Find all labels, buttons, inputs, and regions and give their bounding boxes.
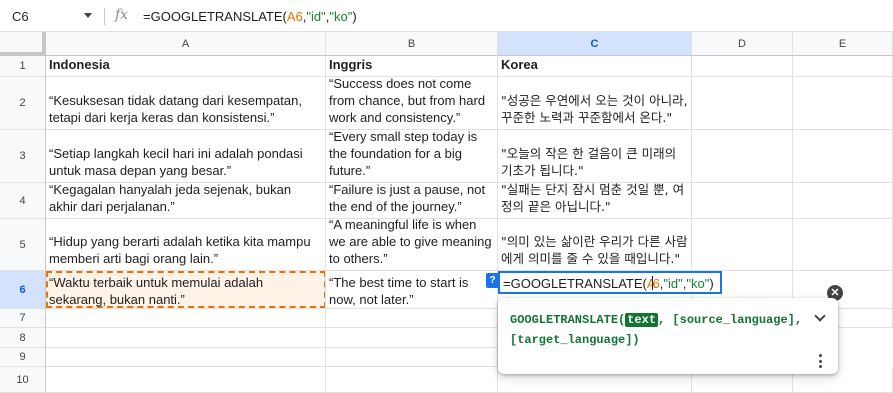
column-header-b[interactable]: B [326, 32, 498, 56]
column-header-c[interactable]: C [498, 32, 692, 56]
cell-a2[interactable]: “Kesuksesan tidak datang dari kesempatan… [46, 77, 326, 130]
row-header-10[interactable]: 10 [0, 367, 46, 393]
chevron-down-icon[interactable] [814, 310, 826, 322]
name-box[interactable]: C6 [0, 0, 104, 32]
cell-a10[interactable] [46, 367, 326, 393]
cell-a6[interactable]: “Waktu terbaik untuk memulai adalah seka… [46, 271, 326, 309]
cell-b1[interactable]: Inggris [326, 56, 498, 77]
row-header-7[interactable]: 7 [0, 309, 46, 328]
cell-b10[interactable] [326, 367, 498, 393]
row-header-5[interactable]: 5 [0, 219, 46, 271]
function-icon: fx [115, 7, 129, 23]
name-box-value: C6 [12, 8, 29, 24]
row-header-1[interactable]: 1 [0, 56, 46, 77]
function-signature: GOOGLETRANSLATE(text, [source_language],… [510, 313, 803, 347]
formula-bar: C6 fx =GOOGLETRANSLATE(A6,"id","ko") [0, 0, 893, 32]
current-parameter: text [625, 313, 659, 327]
cell-c4[interactable]: "실패는 단지 잠시 멈춘 것일 뿐, 여정의 끝은 아닙니다." [498, 183, 692, 219]
more-vert-icon[interactable] [818, 354, 822, 368]
cell-d4[interactable] [692, 183, 793, 219]
cell-e3[interactable] [793, 130, 893, 183]
cell-c5[interactable]: "의미 있는 삶이란 우리가 다른 사람에게 의미를 줄 수 있을 때입니다." [498, 219, 692, 271]
cell-a3[interactable]: “Setiap langkah kecil hari ini adalah po… [46, 130, 326, 183]
row-header-6[interactable]: 6 [0, 271, 46, 309]
cell-c2[interactable]: "성공은 우연에서 오는 것이 아니라, 꾸준한 노력과 꾸준함에서 온다." [498, 77, 692, 130]
chevron-down-icon[interactable] [84, 13, 92, 18]
cell-c1[interactable]: Korea [498, 56, 692, 77]
cell-b5[interactable]: “A meaningful life is when we are able t… [326, 219, 498, 271]
cell-d1[interactable] [692, 56, 793, 77]
row-header-3[interactable]: 3 [0, 130, 46, 183]
select-all-corner[interactable] [0, 32, 46, 56]
cell-e4[interactable] [793, 183, 893, 219]
cell-a4[interactable]: “Kegagalan hanyalah jeda sejenak, bukan … [46, 183, 326, 219]
cell-b6[interactable]: “The best time to start is now, not late… [326, 271, 498, 309]
cell-b4[interactable]: “Failure is just a pause, not the end of… [326, 183, 498, 219]
cell-b2[interactable]: “Success does not come from chance, but … [326, 77, 498, 130]
cell-b9[interactable] [326, 348, 498, 367]
row-header-9[interactable]: 9 [0, 348, 46, 367]
cell-c3[interactable]: "오늘의 작은 한 걸음이 큰 미래의 기초가 됩니다." [498, 130, 692, 183]
cell-a1[interactable]: Indonesia [46, 56, 326, 77]
cell-b8[interactable] [326, 328, 498, 348]
cell-d5[interactable] [692, 219, 793, 271]
cell-d3[interactable] [692, 130, 793, 183]
cell-e2[interactable] [793, 77, 893, 130]
cell-e5[interactable] [793, 219, 893, 271]
cell-b7[interactable] [326, 309, 498, 328]
cell-a9[interactable] [46, 348, 326, 367]
cell-a5[interactable]: “Hidup yang berarti adalah ketika kita m… [46, 219, 326, 271]
formula-input[interactable]: =GOOGLETRANSLATE(A6,"id","ko") [143, 9, 357, 24]
formula-bar-divider [104, 8, 105, 25]
row-header-4[interactable]: 4 [0, 183, 46, 219]
cell-e1[interactable] [793, 56, 893, 77]
cell-a8[interactable] [46, 328, 326, 348]
row-header-2[interactable]: 2 [0, 77, 46, 130]
column-header-a[interactable]: A [46, 32, 326, 56]
function-help-tooltip: GOOGLETRANSLATE(text, [source_language],… [498, 298, 838, 374]
cell-d2[interactable] [692, 77, 793, 130]
column-header-d[interactable]: D [692, 32, 793, 56]
column-header-e[interactable]: E [793, 32, 893, 56]
cell-b3[interactable]: “Every small step today is the foundatio… [326, 130, 498, 183]
row-header-8[interactable]: 8 [0, 328, 46, 348]
cell-a7[interactable] [46, 309, 326, 328]
cell-editor[interactable]: =GOOGLETRANSLATE(A6,"id","ko") [498, 271, 722, 294]
